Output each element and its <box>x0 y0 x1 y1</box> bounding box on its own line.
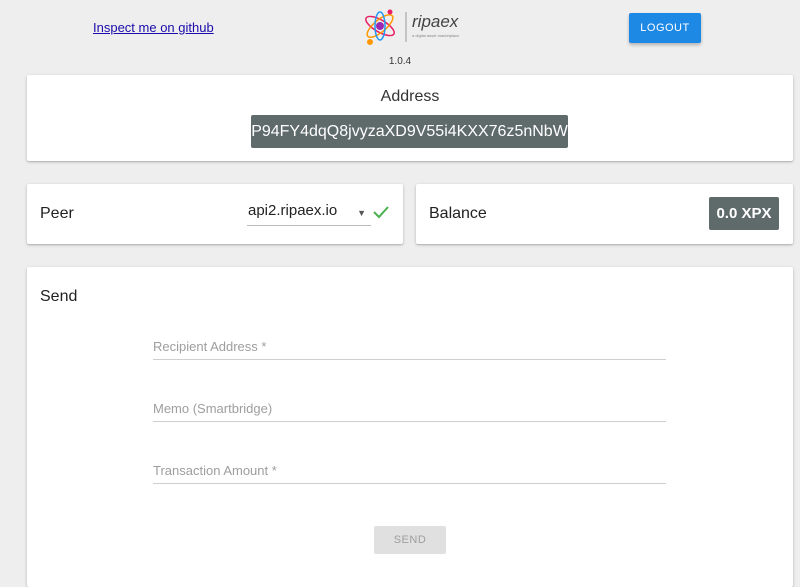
peer-selected-value: api2.ripaex.io <box>248 202 338 219</box>
app-version: 1.0.4 <box>388 56 412 67</box>
send-button[interactable]: SEND <box>374 526 446 554</box>
ripaex-logo: ripaex a digital asset marketplace <box>360 2 470 52</box>
address-title: Address <box>380 88 440 105</box>
dropdown-caret-icon: ▼ <box>357 208 366 218</box>
balance-label: Balance <box>429 205 487 222</box>
app-header: Inspect me on github ripaex a digital as… <box>0 0 800 70</box>
recipient-field-container <box>153 334 666 360</box>
memo-input[interactable] <box>153 396 666 421</box>
amount-field-container <box>153 458 666 484</box>
peer-card: Peer api2.ripaex.io ▼ <box>27 184 403 244</box>
balance-card: Balance 0.0 XPX <box>416 184 793 244</box>
send-card: Send SEND <box>27 267 793 587</box>
logo-tagline: a digital asset marketplace <box>412 33 460 38</box>
logout-button[interactable]: LOGOUT <box>629 13 701 43</box>
memo-field-container <box>153 396 666 422</box>
peer-label: Peer <box>40 205 74 222</box>
check-icon <box>373 206 389 219</box>
send-title: Send <box>40 288 78 305</box>
peer-select[interactable]: api2.ripaex.io ▼ <box>247 202 371 226</box>
address-card: Address P94FY4dqQ8jvyzaXD9V55i4KXX76z5nN… <box>27 75 793 161</box>
github-link[interactable]: Inspect me on github <box>93 20 214 35</box>
transaction-amount-input[interactable] <box>153 458 666 483</box>
logo-text: ripaex <box>412 12 459 31</box>
recipient-address-input[interactable] <box>153 334 666 359</box>
wallet-address: P94FY4dqQ8jvyzaXD9V55i4KXX76z5nNbW <box>251 115 568 148</box>
balance-value: 0.0 XPX <box>709 197 779 230</box>
